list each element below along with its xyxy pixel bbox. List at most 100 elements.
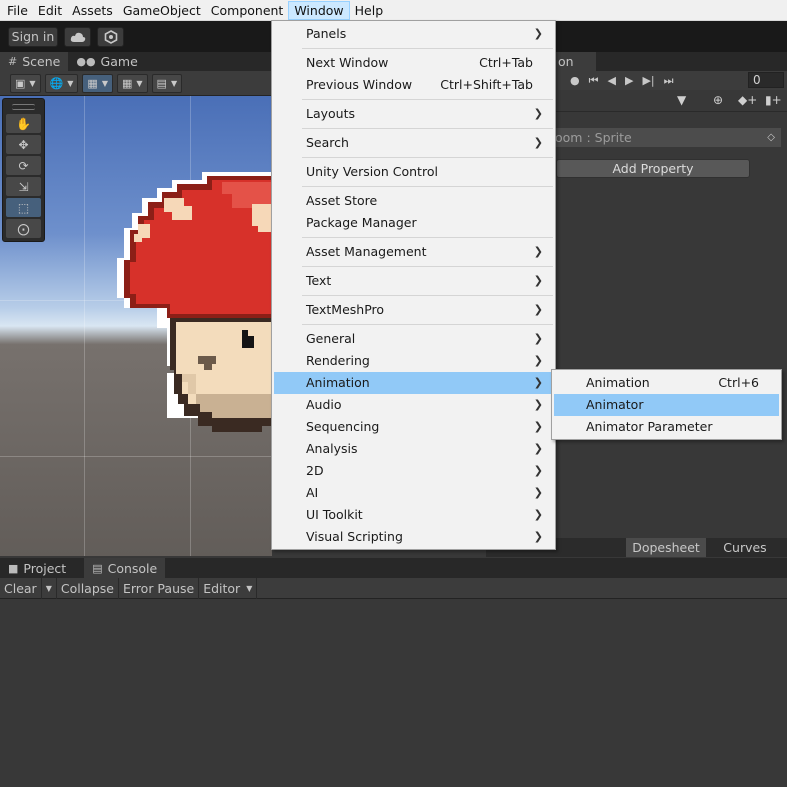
tab-project[interactable]: ■ Project [0,558,74,578]
unity-editor: File Edit Assets GameObject Component Wi… [0,0,787,787]
menu-item-next-window[interactable]: Next Window Ctrl+Tab [274,52,553,74]
frame-input[interactable]: 0 [748,72,784,88]
menu-item-text[interactable]: Text ❯ [274,270,553,292]
grid-snap-toggle[interactable]: ▦ ▼ [82,73,113,93]
menu-item-label: Unity Version Control [306,164,438,179]
submenu-item-animator-parameter[interactable]: Animator Parameter [554,416,779,438]
tab-scene[interactable]: # Scene [0,52,69,71]
chevron-right-icon: ❯ [533,245,543,258]
hand-icon: ✋ [16,116,31,131]
menu-item-2d[interactable]: 2D ❯ [274,460,553,482]
menu-item-label: Sequencing [306,419,380,434]
last-keyframe-icon[interactable]: ⏭ [664,74,674,88]
menu-item-animation[interactable]: Animation ❯ [274,372,553,394]
menu-item-textmeshpro[interactable]: TextMeshPro ❯ [274,299,553,321]
menu-item-search[interactable]: Search ❯ [274,132,553,154]
menu-gameobject[interactable]: GameObject [118,1,206,20]
menu-item-asset-management[interactable]: Asset Management ❯ [274,241,553,263]
next-keyframe-icon[interactable]: ▶| [642,74,654,87]
add-property-button[interactable]: Add Property [556,159,750,178]
menu-assets[interactable]: Assets [67,1,118,20]
menu-window[interactable]: Window [288,0,350,20]
record-icon[interactable]: ● [570,74,580,87]
collab-button[interactable] [97,26,124,47]
chevron-down-icon[interactable]: ▼ [677,93,686,107]
menu-item-asset-store[interactable]: Asset Store [274,190,553,212]
transform-tool[interactable]: ⨀ [6,219,41,238]
incremental-snap-dropdown[interactable]: ▤ ▼ [151,73,183,93]
clear-options-dropdown[interactable]: ▼ [42,577,57,599]
hand-tool[interactable]: ✋ [6,114,41,133]
tab-console[interactable]: ▤ Console [84,558,166,578]
menu-item-label: Layouts [306,106,356,121]
collapse-toggle[interactable]: Collapse [57,577,119,599]
menu-separator [302,128,553,129]
prev-keyframe-icon[interactable]: ◀ [608,74,616,87]
clear-button[interactable]: Clear [0,577,42,599]
first-keyframe-icon[interactable]: ⏮ [589,74,599,88]
menu-edit[interactable]: Edit [33,1,67,20]
menu-item-general[interactable]: General ❯ [274,328,553,350]
tools-overlay: ✋ ✥ ⟳ ⇲ ⬚ ⨀ [2,98,45,242]
menu-item-sequencing[interactable]: Sequencing ❯ [274,416,553,438]
animation-clip-row: ▼ ⊕ ◆+ ▮+ [555,90,787,112]
submenu-item-label: Animator [586,397,644,412]
menu-help[interactable]: Help [350,1,389,20]
keyframe-filter-icon[interactable]: ⊕ [713,93,723,107]
snap-increment-dropdown[interactable]: ▦ ▼ [116,73,148,93]
chevron-right-icon: ❯ [533,420,543,433]
gamepad-icon: ●● [76,55,96,68]
collab-icon [104,29,117,44]
mushroom-sprite[interactable] [112,168,272,438]
menu-item-ui-toolkit[interactable]: UI Toolkit ❯ [274,504,553,526]
global-local-dropdown[interactable]: 🌐 ▼ [44,73,79,93]
menu-item-label: Asset Management [306,244,427,259]
clear-label: Clear [4,580,37,596]
tab-animation[interactable]: on [556,52,596,71]
menu-item-analysis[interactable]: Analysis ❯ [274,438,553,460]
menu-item-layouts[interactable]: Layouts ❯ [274,103,553,125]
tab-dopesheet[interactable]: Dopesheet [626,538,706,557]
transform-icon: ⨀ [17,221,30,236]
menu-item-unity-version-control[interactable]: Unity Version Control [274,161,553,183]
cloud-button[interactable] [64,26,91,47]
console-log-area[interactable] [0,599,787,787]
menu-item-audio[interactable]: Audio ❯ [274,394,553,416]
tab-curves[interactable]: Curves [706,538,784,557]
hash-icon: # [8,55,18,68]
draw-mode-dropdown[interactable]: ▣ ▼ [10,73,41,93]
add-event-icon[interactable]: ▮+ [765,93,782,107]
menu-file[interactable]: File [2,1,33,20]
menu-item-ai[interactable]: AI ❯ [274,482,553,504]
overlay-drag-handle[interactable] [12,104,35,110]
menu-item-label: 2D [306,463,324,478]
menu-item-label: AI [306,485,319,500]
menu-item-rendering[interactable]: Rendering ❯ [274,350,553,372]
rect-tool[interactable]: ⬚ [6,198,41,217]
chevron-down-icon: ▼ [246,583,253,593]
grid-line [0,456,272,457]
animated-property-row[interactable]: oom : Sprite ◇ [555,128,781,147]
error-pause-toggle[interactable]: Error Pause [119,577,200,599]
menu-item-label: Visual Scripting [306,529,403,544]
editor-dropdown[interactable]: Editor ▼ [199,577,258,599]
menu-item-package-manager[interactable]: Package Manager [274,212,553,234]
scale-tool[interactable]: ⇲ [6,177,41,196]
add-keyframe-icon[interactable]: ◆+ [738,93,757,107]
tab-game[interactable]: ●● Game [68,52,145,71]
sign-in-button[interactable]: Sign in [8,26,58,47]
menu-item-panels[interactable]: Panels ❯ [274,23,553,45]
submenu-item-animator[interactable]: Animator [554,394,779,416]
menu-item-visual-scripting[interactable]: Visual Scripting ❯ [274,526,553,548]
chevron-down-icon: ▼ [29,78,36,88]
move-tool[interactable]: ✥ [6,135,41,154]
menu-separator [302,266,553,267]
menu-component[interactable]: Component [206,1,289,20]
submenu-item-animation[interactable]: Animation Ctrl+6 [554,372,779,394]
play-icon[interactable]: ▶ [625,74,633,87]
keyframe-diamond-icon[interactable]: ◇ [767,128,775,147]
menu-item-label: Next Window [306,55,389,70]
menu-item-previous-window[interactable]: Previous Window Ctrl+Shift+Tab [274,74,553,96]
rotate-tool[interactable]: ⟳ [6,156,41,175]
submenu-item-label: Animator Parameter [586,419,713,434]
